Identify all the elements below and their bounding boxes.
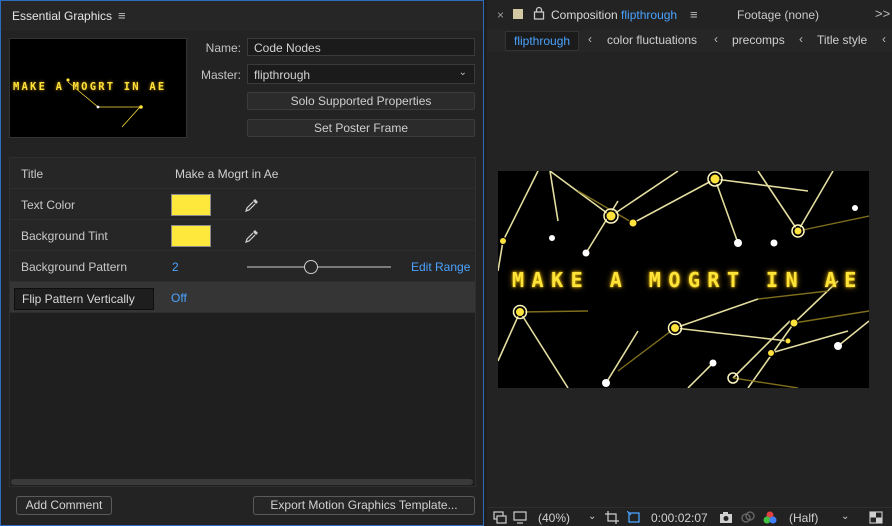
- properties-list: Title Make a Mogrt in Ae Text Color Back…: [9, 157, 476, 487]
- property-row-background-pattern[interactable]: Background Pattern 2 Edit Range: [10, 251, 475, 282]
- chevron-down-icon[interactable]: ⌄: [841, 511, 849, 522]
- add-comment-button[interactable]: Add Comment: [16, 496, 112, 515]
- background-tint-swatch[interactable]: [171, 225, 211, 247]
- fit-frame-icon[interactable]: [605, 511, 619, 524]
- background-tint-label: Background Tint: [21, 229, 108, 243]
- master-dropdown[interactable]: flipthrough ⌄: [247, 64, 475, 84]
- text-color-swatch[interactable]: [171, 194, 211, 216]
- camera-icon[interactable]: [719, 511, 733, 524]
- panel-title: Essential Graphics: [12, 9, 113, 23]
- timecode-display[interactable]: 0:00:02:07: [651, 511, 708, 525]
- pattern-slider-thumb[interactable]: [304, 260, 318, 274]
- background-pattern-value[interactable]: 2: [172, 260, 179, 274]
- breadcrumb-title-style[interactable]: Title style: [817, 33, 867, 47]
- chevron-left-icon: ‹: [714, 32, 718, 46]
- thumbnail-title: MAKE A MOGRT IN AE: [13, 81, 167, 93]
- transparency-grid-icon[interactable]: [869, 511, 883, 524]
- composition-breadcrumbs: flipthrough ‹ color fluctuations ‹ preco…: [487, 30, 892, 52]
- composition-viewer[interactable]: MAKE A MOGRT IN AE: [498, 171, 869, 388]
- flip-pattern-label-field[interactable]: Flip Pattern Vertically: [14, 288, 154, 310]
- always-preview-icon[interactable]: [493, 511, 507, 524]
- name-field[interactable]: Code Nodes: [247, 38, 475, 56]
- hamburger-menu-icon[interactable]: ≡: [118, 8, 126, 23]
- chevron-left-icon: ‹: [882, 32, 886, 46]
- title-label: Title: [21, 167, 44, 181]
- chevron-down-icon: ⌄: [458, 67, 467, 78]
- composition-color-icon: [513, 9, 523, 19]
- poster-thumbnail: MAKE A MOGRT IN AE: [9, 38, 187, 138]
- tab-composition-prefix: Composition: [551, 8, 618, 22]
- chevron-left-icon: ‹: [588, 32, 592, 46]
- property-row-flip-pattern[interactable]: Flip Pattern Vertically Off: [10, 282, 475, 313]
- breadcrumb-precomps[interactable]: precomps: [732, 33, 785, 47]
- breadcrumb-color-fluctuations[interactable]: color fluctuations: [607, 33, 697, 47]
- solo-supported-properties-button[interactable]: Solo Supported Properties: [247, 92, 475, 110]
- hamburger-menu-icon[interactable]: ≡: [690, 7, 698, 22]
- title-value[interactable]: Make a Mogrt in Ae: [175, 167, 278, 181]
- chevron-left-icon: ‹: [799, 32, 803, 46]
- pattern-slider-track[interactable]: [247, 266, 391, 268]
- panel-header: Essential Graphics ≡: [1, 1, 483, 31]
- name-label: Name:: [205, 41, 241, 55]
- edit-range-link[interactable]: Edit Range: [411, 260, 470, 274]
- region-of-interest-icon[interactable]: [627, 511, 641, 524]
- resolution-dropdown[interactable]: (Half): [789, 511, 818, 525]
- color-channels-icon[interactable]: [763, 511, 777, 524]
- property-row-background-tint[interactable]: Background Tint: [10, 220, 475, 251]
- eyedropper-icon[interactable]: [244, 197, 260, 213]
- composition-panel: × Composition flipthrough ≡ Footage (non…: [487, 0, 892, 526]
- viewer-footer-toolbar: (40%) ⌄ 0:00:02:07 (Half) ⌄: [487, 507, 892, 526]
- viewer-title-text: MAKE A MOGRT IN AE: [512, 268, 864, 292]
- show-snapshot-icon[interactable]: [741, 511, 755, 524]
- lock-icon[interactable]: [533, 6, 545, 20]
- name-value: Code Nodes: [254, 41, 321, 55]
- more-tabs-icon[interactable]: >>: [875, 6, 890, 21]
- background-pattern-label: Background Pattern: [21, 260, 128, 274]
- master-value: flipthrough: [254, 68, 311, 82]
- property-row-title[interactable]: Title Make a Mogrt in Ae: [10, 158, 475, 189]
- tab-footage[interactable]: Footage (none): [737, 8, 819, 22]
- chevron-down-icon[interactable]: ⌄: [588, 511, 596, 522]
- set-poster-frame-button[interactable]: Set Poster Frame: [247, 119, 475, 137]
- composition-tab-bar: × Composition flipthrough ≡ Footage (non…: [487, 0, 892, 30]
- tab-composition[interactable]: Composition flipthrough: [551, 8, 677, 22]
- essential-graphics-panel: Essential Graphics ≡ MAKE A MOGRT IN AE …: [0, 0, 484, 526]
- horizontal-scrollbar[interactable]: [11, 479, 473, 485]
- tab-composition-name: flipthrough: [621, 8, 678, 22]
- eyedropper-icon[interactable]: [244, 228, 260, 244]
- property-row-text-color[interactable]: Text Color: [10, 189, 475, 220]
- text-color-label: Text Color: [21, 198, 76, 212]
- close-icon[interactable]: ×: [497, 8, 504, 22]
- breadcrumb-flipthrough[interactable]: flipthrough: [505, 31, 580, 51]
- master-label: Master:: [200, 68, 241, 82]
- monitor-icon[interactable]: [513, 511, 527, 524]
- export-mogrt-button[interactable]: Export Motion Graphics Template...: [253, 496, 475, 515]
- flip-pattern-value[interactable]: Off: [171, 291, 187, 305]
- zoom-dropdown[interactable]: (40%): [538, 511, 570, 525]
